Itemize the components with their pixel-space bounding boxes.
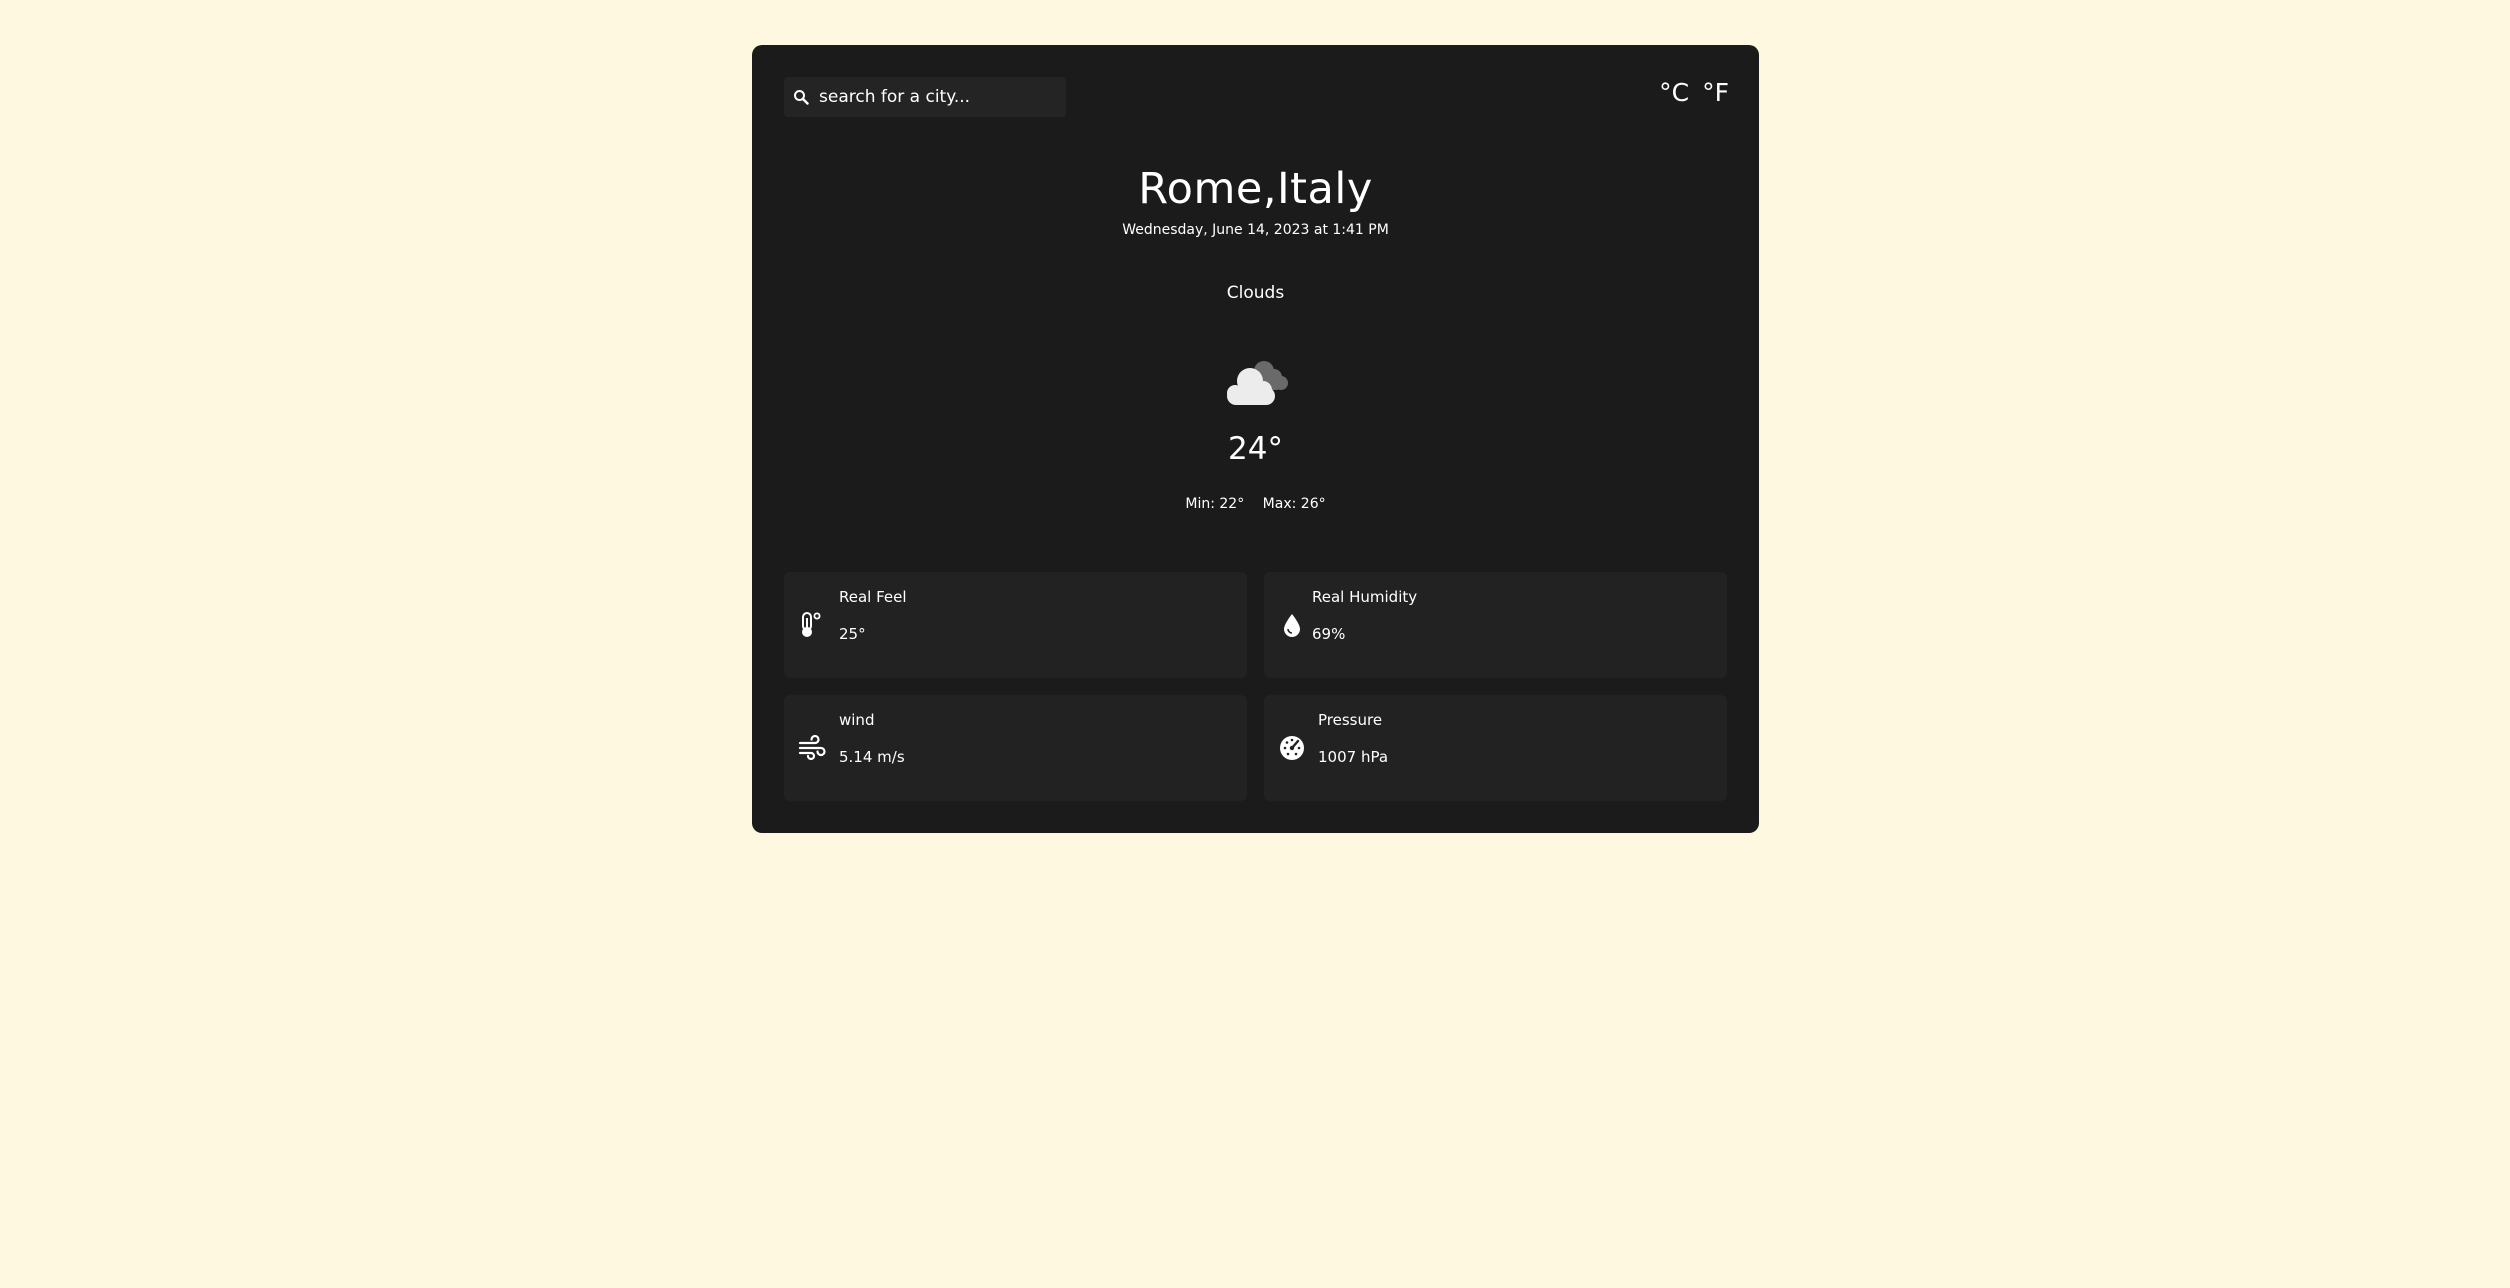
weather-condition: Clouds — [1226, 283, 1285, 303]
real-feel-tile: Real Feel 25° — [784, 572, 1247, 678]
wind-label: wind — [839, 711, 875, 729]
gauge-icon — [1277, 733, 1307, 763]
real-feel-label: Real Feel — [839, 588, 907, 606]
current-temperature: 24° — [1228, 431, 1283, 467]
celsius-button[interactable]: °C — [1659, 78, 1689, 108]
weather-card: °C °F Rome,Italy Wednesday, June 14, 202… — [752, 45, 1759, 833]
min-max-temperature: Min: 22° Max: 26° — [752, 496, 1759, 512]
humidity-tile: Real Humidity 69% — [1264, 572, 1727, 678]
city-name: Rome,Italy — [1138, 164, 1373, 214]
unit-toggle: °C °F — [1659, 78, 1729, 108]
humidity-label: Real Humidity — [1312, 588, 1418, 606]
fahrenheit-button[interactable]: °F — [1702, 78, 1729, 108]
pressure-value: 1007 hPa — [1318, 748, 1389, 766]
pressure-tile: Pressure 1007 hPa — [1264, 695, 1727, 801]
humidity-value: 69% — [1312, 625, 1346, 643]
search-input[interactable] — [819, 87, 1049, 107]
wind-icon — [797, 733, 827, 763]
water-drop-icon — [1277, 610, 1307, 640]
max-temperature: Max: 26° — [1262, 496, 1326, 512]
wind-value: 5.14 m/s — [839, 748, 905, 766]
pressure-label: Pressure — [1318, 711, 1383, 729]
wind-tile: wind 5.14 m/s — [784, 695, 1247, 801]
search-bar[interactable] — [784, 77, 1066, 117]
clouds-icon — [1218, 353, 1298, 413]
local-datetime: Wednesday, June 14, 2023 at 1:41 PM — [1122, 222, 1389, 238]
min-temperature: Min: 22° — [1185, 496, 1245, 512]
thermometer-icon — [797, 610, 827, 640]
real-feel-value: 25° — [839, 625, 866, 643]
search-icon[interactable] — [793, 89, 809, 105]
